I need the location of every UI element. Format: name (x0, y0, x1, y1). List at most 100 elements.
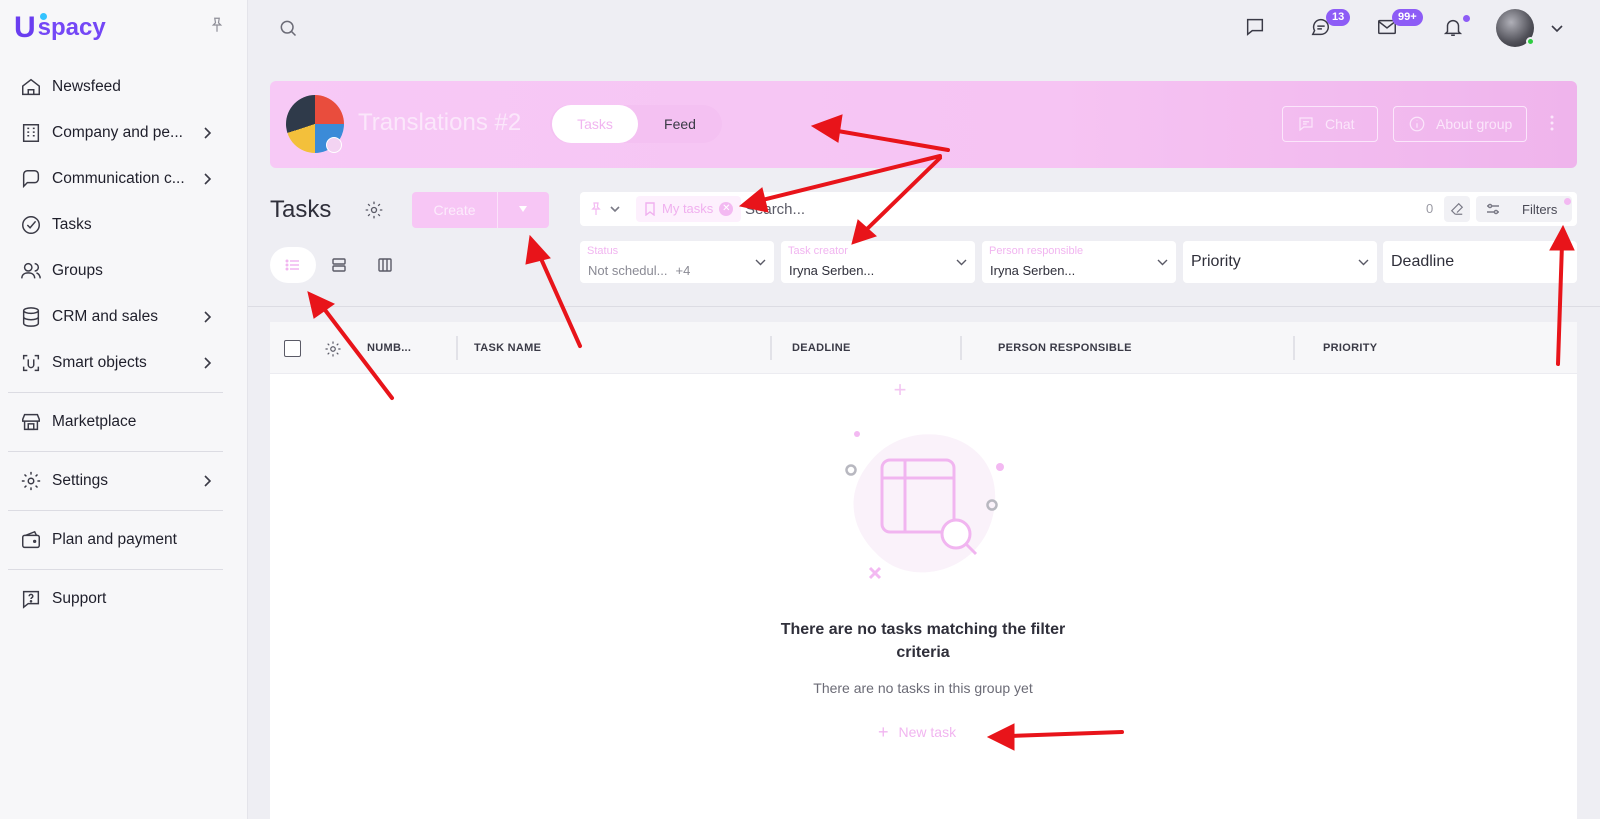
column-resizer[interactable] (960, 336, 962, 360)
bell-icon[interactable] (1442, 16, 1464, 38)
caret-down-icon (519, 206, 527, 212)
priority-filter-select[interactable]: Priority (1183, 241, 1377, 283)
bookmark-icon (645, 202, 655, 216)
my-tasks-filter-chip[interactable]: My tasks ✕ (636, 196, 742, 222)
chat-icon (1299, 117, 1313, 132)
list-icon (285, 259, 299, 271)
sidebar-item-newsfeed[interactable]: Newsfeed (8, 64, 223, 110)
sidebar-item-label: Communication c... (52, 170, 185, 187)
column-resizer[interactable] (456, 336, 458, 360)
chevron-down-icon (956, 259, 967, 266)
empty-table-illustration (845, 431, 1004, 580)
search-icon[interactable] (278, 18, 298, 38)
add-row-icon[interactable]: + (888, 378, 912, 402)
task-creator-filter-select[interactable]: Task creator Iryna Serben... (781, 241, 975, 283)
sidebar-item-groups[interactable]: Groups (8, 248, 223, 294)
new-task-link[interactable]: + New task (878, 722, 956, 742)
column-resizer[interactable] (1293, 336, 1295, 360)
column-header-task-name[interactable]: TASK NAME (474, 342, 541, 354)
sidebar-item-label: Company and pe... (52, 124, 183, 141)
sidebar-item-support[interactable]: Support (8, 576, 223, 622)
close-icon[interactable]: ✕ (719, 202, 734, 216)
sidebar-item-label: Marketplace (52, 413, 137, 430)
gear-icon[interactable] (364, 200, 384, 220)
column-header-number[interactable]: NUMB... (367, 342, 411, 354)
eraser-icon (1450, 202, 1464, 215)
message-icon[interactable] (1244, 16, 1266, 38)
active-filter-dot (1564, 198, 1571, 205)
task-search-bar: My tasks ✕ 0 Filters (580, 192, 1577, 226)
new-task-label: New task (898, 724, 957, 740)
sidebar-item-company[interactable]: Company and pe... (8, 110, 223, 156)
chevron-right-icon (204, 475, 212, 487)
page-title: Tasks (270, 196, 332, 223)
deadline-filter-select[interactable]: Deadline (1383, 241, 1577, 283)
filters-label: Filters (1522, 202, 1558, 217)
chevron-down-icon[interactable] (610, 205, 620, 213)
online-status-dot (1526, 37, 1535, 46)
app-logo[interactable]: U spacy (14, 10, 106, 46)
status-filter-text: Not schedul... (588, 263, 668, 278)
topbar: 13 99+ (248, 0, 1600, 56)
result-count: 0 (1426, 201, 1434, 216)
tab-feed[interactable]: Feed (640, 105, 720, 143)
pin-icon[interactable] (208, 16, 226, 34)
column-header-priority[interactable]: PRIORITY (1323, 342, 1377, 354)
search-input[interactable] (745, 197, 1395, 221)
status-filter-select[interactable]: Status Not schedul... +4 (580, 241, 774, 283)
check-circle-icon (22, 216, 40, 234)
sidebar-item-marketplace[interactable]: Marketplace (8, 399, 223, 445)
empty-state-title: There are no tasks matching the filter c… (780, 621, 1066, 661)
status-filter-value: Not schedul... +4 (588, 263, 690, 278)
store-icon (22, 413, 40, 431)
chevron-right-icon (204, 127, 212, 139)
sidebar-divider (8, 569, 223, 570)
column-header-deadline[interactable]: DEADLINE (792, 342, 851, 354)
select-all-checkbox[interactable] (284, 340, 301, 357)
more-options-icon[interactable] (1550, 115, 1554, 131)
tab-tasks[interactable]: Tasks (552, 105, 638, 143)
chevron-down-icon[interactable] (1550, 22, 1564, 34)
section-divider (248, 306, 1600, 307)
compact-view-button[interactable] (316, 247, 362, 283)
person-responsible-filter-select[interactable]: Person responsible Iryna Serben... (982, 241, 1176, 283)
priority-filter-value: Priority (1191, 253, 1241, 270)
communication-icon (22, 170, 40, 189)
empty-state-subtitle: There are no tasks in this group yet (813, 680, 1033, 696)
sidebar-item-plan[interactable]: Plan and payment (8, 517, 223, 563)
sidebar-item-label: Smart objects (52, 354, 147, 371)
rows-icon (332, 258, 346, 272)
chevron-down-icon (1157, 259, 1168, 266)
clear-search-button[interactable] (1444, 196, 1470, 222)
home-icon (22, 78, 40, 96)
kanban-view-button[interactable] (362, 247, 408, 283)
create-button[interactable]: Create (412, 192, 498, 228)
sidebar-item-crm[interactable]: CRM and sales (8, 294, 223, 340)
chat-button[interactable]: Chat (1282, 106, 1378, 142)
columns-icon (378, 258, 392, 272)
list-view-button[interactable] (270, 247, 316, 283)
wallet-icon (22, 530, 40, 549)
help-icon (22, 590, 40, 609)
filters-button[interactable]: Filters (1476, 196, 1572, 222)
sidebar-item-settings[interactable]: Settings (8, 458, 223, 504)
chats-badge: 13 (1326, 9, 1351, 26)
sidebar-item-label: CRM and sales (52, 308, 158, 325)
group-banner: Translations #2 Tasks Feed Chat About gr… (270, 81, 1577, 168)
sidebar-item-smart-objects[interactable]: Smart objects (8, 340, 223, 386)
create-dropdown-button[interactable] (498, 192, 549, 228)
sidebar-item-tasks[interactable]: Tasks (8, 202, 223, 248)
column-header-person-responsible[interactable]: PERSON RESPONSIBLE (998, 342, 1132, 354)
about-group-button[interactable]: About group (1393, 106, 1527, 142)
sidebar-nav: Newsfeed Company and pe... Communication… (8, 64, 223, 622)
sidebar-item-label: Tasks (52, 216, 92, 233)
pin-icon[interactable] (588, 201, 604, 217)
status-filter-label: Status (587, 245, 619, 257)
notification-dot (1463, 15, 1470, 22)
users-icon (21, 262, 41, 279)
plus-icon: + (878, 721, 889, 742)
column-resizer[interactable] (770, 336, 772, 360)
sidebar-item-communication[interactable]: Communication c... (8, 156, 223, 202)
gear-icon[interactable] (324, 340, 342, 358)
about-group-label: About group (1436, 116, 1513, 132)
